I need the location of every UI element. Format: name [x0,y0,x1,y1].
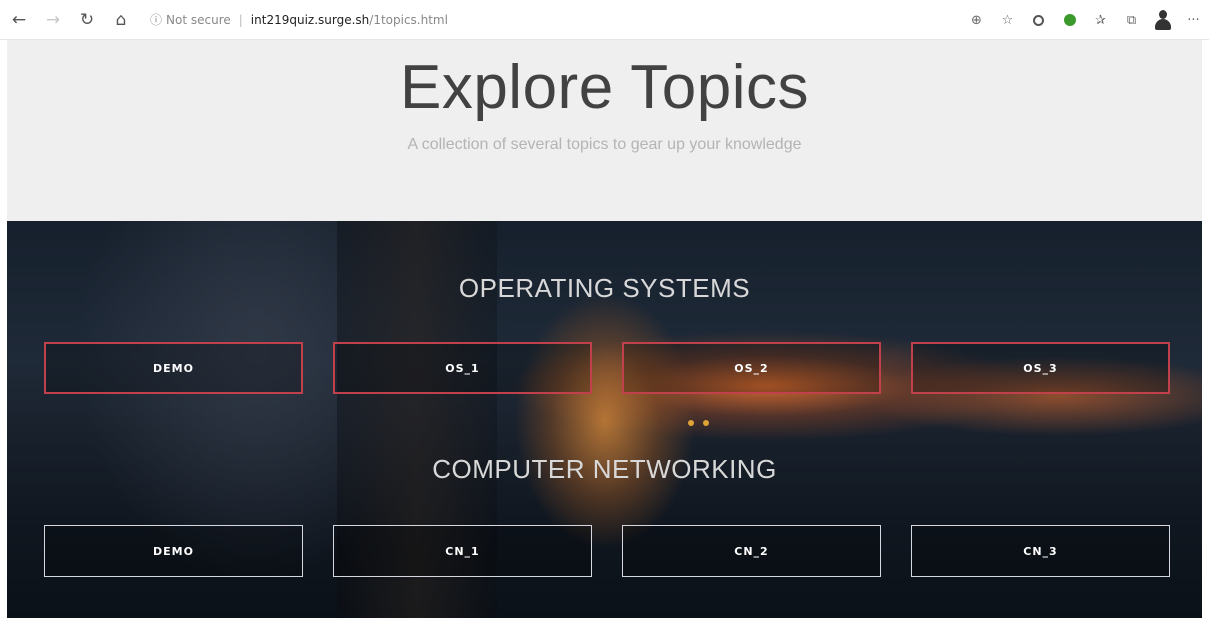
page-subtitle: A collection of several topics to gear u… [407,136,802,153]
collections-icon[interactable]: ⧉ [1116,5,1147,35]
zoom-icon[interactable]: ⊕ [961,5,992,35]
more-options-icon[interactable]: ··· [1178,5,1209,35]
favorites-bar-icon[interactable]: ✰ [1085,5,1116,35]
os-2-button[interactable]: OS_2 [622,342,881,394]
refresh-icon[interactable]: ↻ [72,5,102,35]
address-bar[interactable]: ⓘ Not secure | int219quiz.surge.sh /1top… [150,6,880,34]
favorite-star-icon[interactable]: ☆ [992,5,1023,35]
extension-ring-icon[interactable] [1023,5,1054,35]
security-label[interactable]: Not secure [166,13,231,27]
url-path[interactable]: /1topics.html [369,13,448,27]
url-host[interactable]: int219quiz.surge.sh [251,13,369,27]
os-demo-button[interactable]: DEMO [44,342,303,394]
address-separator: | [238,12,243,27]
cn-3-button[interactable]: CN_3 [911,525,1170,577]
cn-2-button[interactable]: CN_2 [622,525,881,577]
forward-icon[interactable]: → [38,5,68,35]
cn-1-button[interactable]: CN_1 [333,525,592,577]
os-1-button[interactable]: OS_1 [333,342,592,394]
browser-toolbar: ← → ↻ ⌂ ⓘ Not secure | int219quiz.surge.… [0,0,1209,40]
pagination-dots [688,420,709,426]
section-title-operating-systems: OPERATING SYSTEMS [458,273,751,303]
home-icon[interactable]: ⌂ [106,5,136,35]
extension-green-icon[interactable] [1054,5,1085,35]
section-title-computer-networking: COMPUTER NETWORKING [432,454,777,484]
dot-indicator [703,420,709,426]
info-icon[interactable]: ⓘ [150,11,162,28]
toolbar-right: ⊕ ☆ ✰ ⧉ ··· [961,0,1209,40]
cn-demo-button[interactable]: DEMO [44,525,303,577]
page-title: Explore Topics [399,53,810,122]
back-icon[interactable]: ← [4,5,34,35]
os-3-button[interactable]: OS_3 [911,342,1170,394]
page-header: Explore Topics A collection of several t… [7,40,1202,221]
dot-indicator [688,420,694,426]
topics-hero-section: OPERATING SYSTEMS DEMO OS_1 OS_2 OS_3 CO… [7,221,1202,618]
profile-avatar-icon[interactable] [1147,5,1178,35]
